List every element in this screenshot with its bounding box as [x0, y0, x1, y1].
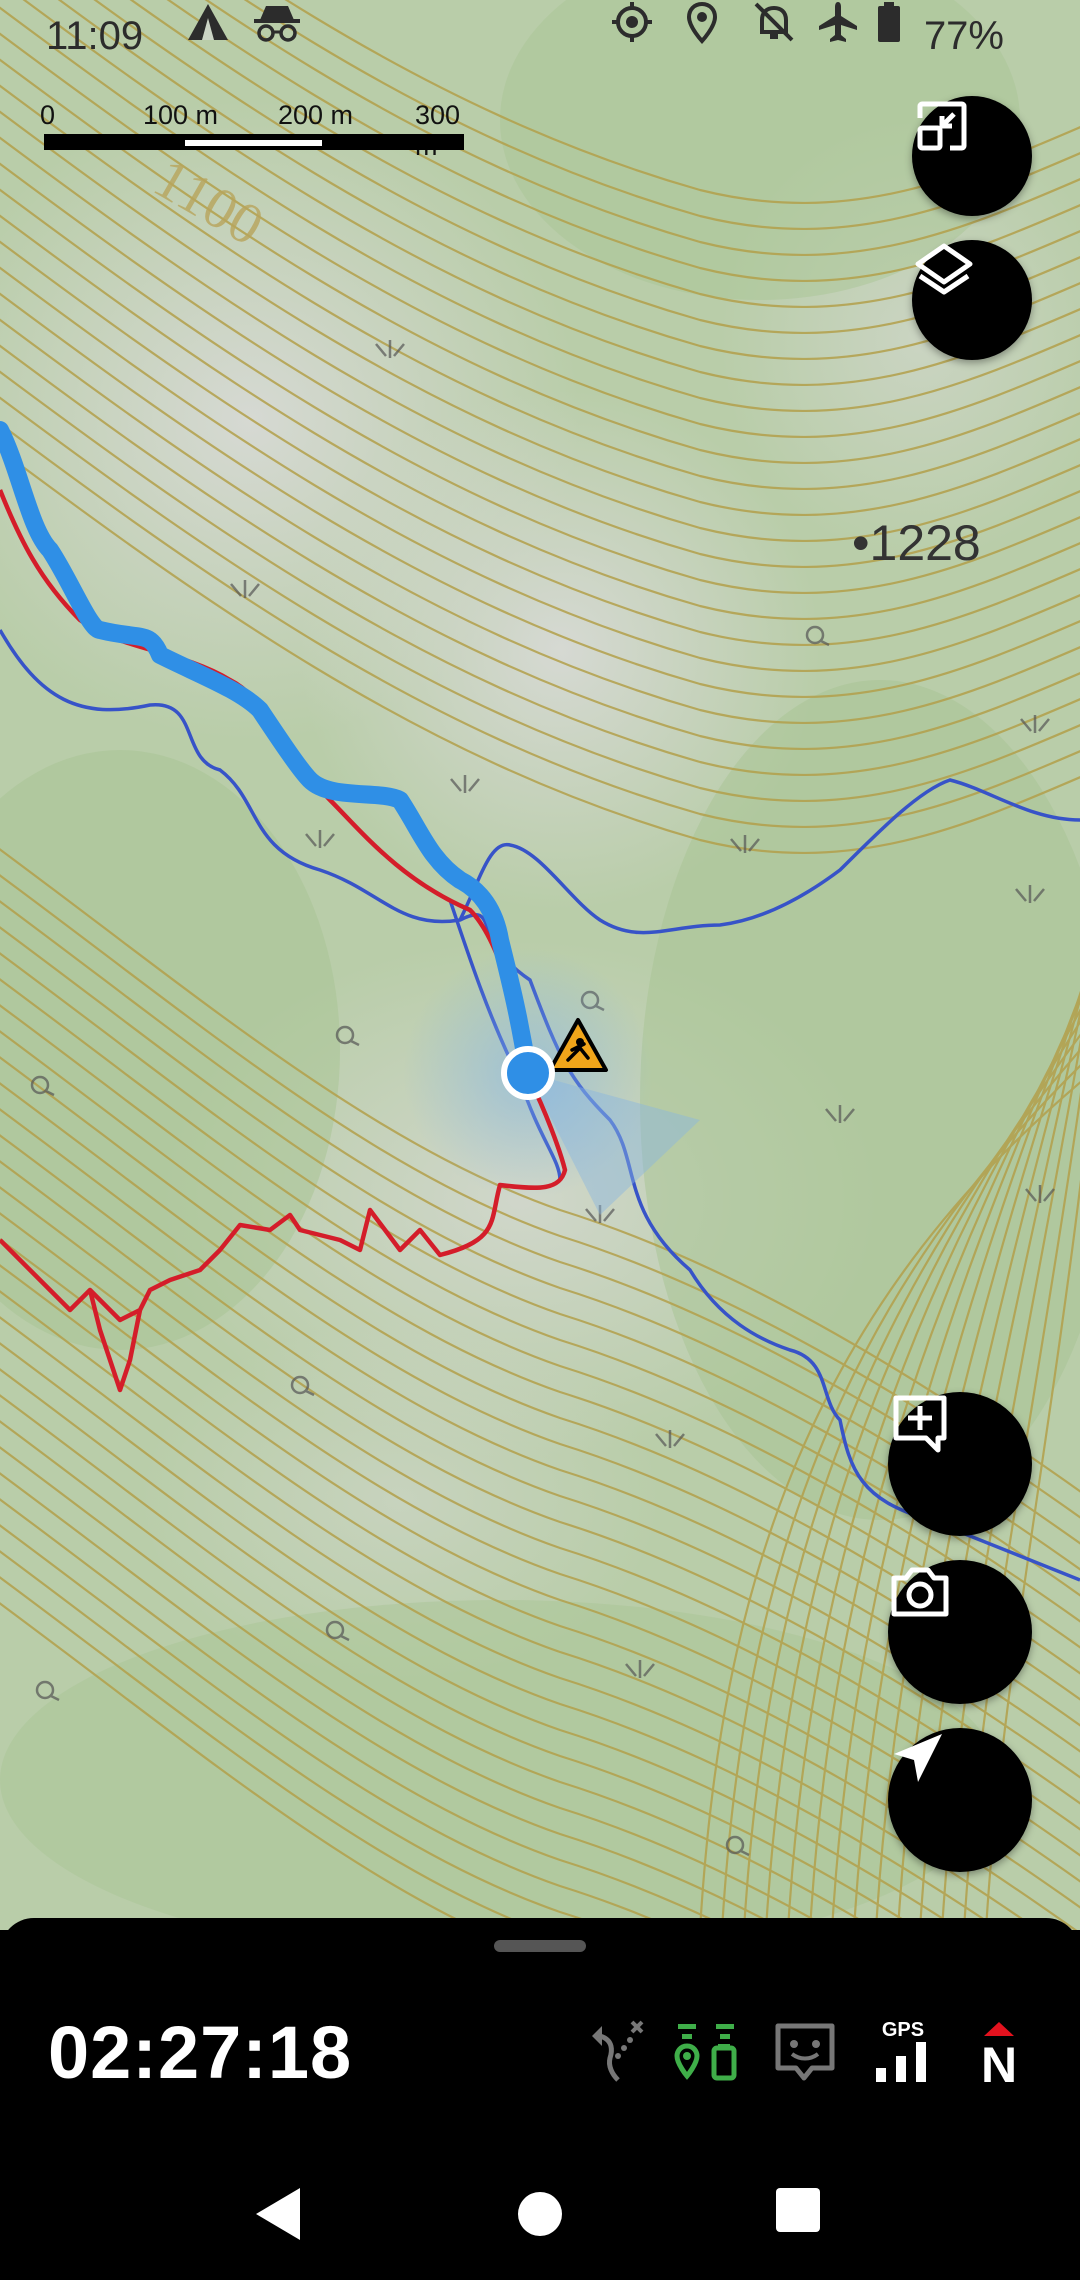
scale-label: 100 m	[143, 100, 219, 130]
drag-handle[interactable]	[494, 1940, 586, 1952]
location-pin-icon	[686, 1, 718, 44]
track-recording-icon[interactable]	[672, 2018, 742, 2088]
route-off-icon[interactable]	[578, 2018, 648, 2088]
gps-signal-icon[interactable]: GPS	[868, 2018, 938, 2088]
scale-label: 200 m	[278, 100, 354, 130]
fit-screen-button[interactable]	[912, 96, 1032, 216]
current-location-dot[interactable]	[501, 1046, 555, 1100]
recents-icon[interactable]	[774, 2186, 822, 2234]
camera-icon	[891, 1567, 949, 1617]
scale-label: 0	[40, 100, 56, 130]
tent-icon	[188, 4, 228, 40]
add-note-icon	[893, 1395, 947, 1453]
compass-north-icon[interactable]: N	[964, 2018, 1034, 2088]
add-note-button[interactable]	[888, 1392, 1032, 1536]
gps-target-icon	[612, 2, 652, 42]
navigate-icon	[894, 1734, 942, 1782]
battery-icon	[878, 2, 900, 42]
notifications-off-icon	[754, 2, 794, 42]
fit-screen-icon	[917, 101, 967, 151]
scale-label: 300 m	[415, 100, 461, 161]
compass-label: N	[981, 2037, 1017, 2088]
layers-icon	[915, 243, 973, 295]
gps-label: GPS	[882, 2019, 924, 2041]
layers-button[interactable]	[912, 240, 1032, 360]
recording-timer[interactable]: 02:27:18	[48, 2010, 352, 2095]
system-nav-bar	[0, 2150, 1080, 2280]
home-icon[interactable]	[516, 2184, 564, 2244]
status-bar: 11:09 77%	[0, 0, 1080, 72]
message-icon[interactable]	[770, 2018, 840, 2088]
incognito-icon	[254, 6, 300, 42]
summit-elevation-label: •1228	[852, 515, 981, 571]
airplane-mode-icon	[819, 2, 857, 42]
camera-button[interactable]	[888, 1560, 1032, 1704]
navigate-button[interactable]	[888, 1728, 1032, 1872]
status-time: 11:09	[46, 14, 144, 58]
back-icon[interactable]	[252, 2184, 306, 2244]
scale-bar: 0 100 m 200 m 300 m	[40, 100, 480, 170]
scale-bar-line	[44, 134, 464, 150]
map-view[interactable]: 1100 •1228 11:09 77% 0 100 m 200 m 300	[0, 0, 1080, 1930]
battery-level: 77%	[923, 14, 1004, 58]
